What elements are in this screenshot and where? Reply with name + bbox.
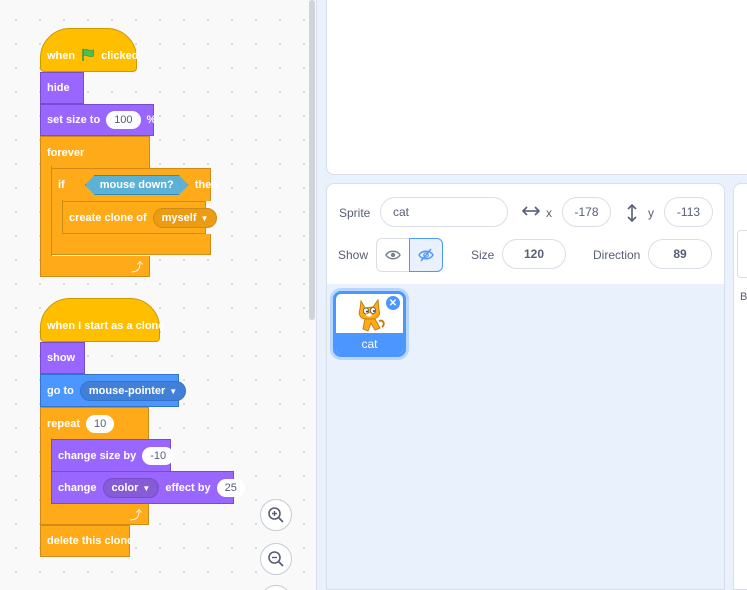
set-size-label: set size to [47,114,101,126]
direction-label: Direction [593,248,641,262]
sprite-tile-name: cat [336,333,403,354]
x-label: x [546,206,552,220]
eye-icon [385,250,401,260]
create-clone-block[interactable]: create clone of myself ▼ [62,201,218,234]
show-sprite-button[interactable] [376,238,410,272]
visibility-toggle-group [376,238,444,272]
horizontal-arrows-icon [521,204,541,223]
if-then-block[interactable]: if mouse down? then [51,168,218,201]
loop-arrow-icon: ⤴ [130,508,143,522]
delete-sprite-button[interactable]: ✕ [386,296,400,310]
mouse-down-sensing-block[interactable]: mouse down? [85,175,189,195]
delete-clone-label: delete this clone [47,535,134,547]
hat-when-label: when [47,50,76,62]
go-to-block[interactable]: go to mouse-pointer ▼ [40,374,187,407]
stage[interactable] [326,0,747,175]
zoom-in-icon [268,507,284,523]
close-icon: ✕ [388,297,398,309]
effect-value: color [111,481,139,494]
caret-down-icon: ▼ [142,483,151,493]
clone-target-value: myself [161,211,197,224]
script-area[interactable]: when clicked hide set size to 100 % fore… [0,0,316,590]
go-to-target-dropdown[interactable]: mouse-pointer ▼ [79,380,187,401]
forever-block[interactable]: forever [40,136,150,168]
zoom-in-button[interactable] [260,499,292,531]
y-position-input[interactable]: -113 [664,197,713,227]
delete-this-clone-block[interactable]: delete this clone [40,525,134,557]
stage-thumbnail[interactable] [737,230,747,278]
zoom-out-icon [268,551,284,567]
create-clone-label: create clone of [69,211,147,224]
eye-off-icon [418,248,434,262]
vertical-arrows-icon [625,203,639,228]
backdrops-label: B [740,291,747,303]
show-block-label: show [47,352,76,364]
go-to-target-value: mouse-pointer [88,384,166,397]
clone-target-dropdown[interactable]: myself ▼ [152,207,218,228]
sprite-name-input[interactable]: cat [380,197,508,227]
show-label: Show [338,248,369,262]
then-label: then [194,179,218,191]
if-footer [51,234,211,255]
loop-arrow-icon: ⤴ [131,260,144,274]
size-label: Size [471,248,495,262]
y-label: y [648,206,654,220]
set-size-input[interactable]: 100 [106,111,141,129]
forever-label: forever [47,146,85,159]
repeat-count-input[interactable]: 10 [86,415,115,433]
when-i-start-as-clone-block[interactable]: when I start as a clone [40,298,164,342]
hide-label: hide [47,82,70,94]
caret-down-icon: ▼ [169,386,178,396]
change-label: change [58,481,97,494]
caret-down-icon: ▼ [200,213,209,223]
change-effect-block[interactable]: change color ▼ effect by 25 [51,471,245,504]
go-to-label: go to [47,384,74,397]
change-size-block[interactable]: change size by -10 [51,439,175,472]
size-input[interactable]: 120 [502,239,566,269]
zoom-out-button[interactable] [260,543,292,575]
hide-block[interactable]: hide [40,72,84,104]
if-label: if [58,179,65,191]
hide-sprite-button[interactable] [409,238,443,272]
hat-clicked-label: clicked [101,50,139,62]
effect-amount-input[interactable]: 25 [216,478,245,497]
change-size-label: change size by [58,449,137,462]
effect-dropdown[interactable]: color ▼ [102,477,160,498]
x-position-input[interactable]: -178 [562,197,611,227]
repeat-block[interactable]: repeat 10 [40,407,149,440]
show-block[interactable]: show [40,342,85,374]
cat-sprite-icon [358,298,385,332]
set-size-unit: % [146,114,157,126]
effect-by-label: effect by [165,481,211,494]
clone-hat-label: when I start as a clone [47,320,165,332]
green-flag-icon [81,48,95,65]
direction-input[interactable]: 89 [648,239,712,269]
sprite-label: Sprite [339,206,371,220]
script-area-scrollbar[interactable] [309,0,315,320]
set-size-block[interactable]: set size to 100 % [40,104,157,136]
zoom-reset-button[interactable] [260,585,292,590]
change-size-input[interactable]: -10 [142,446,175,465]
when-flag-clicked-block[interactable]: when clicked [40,28,139,72]
repeat-label: repeat [47,418,81,430]
